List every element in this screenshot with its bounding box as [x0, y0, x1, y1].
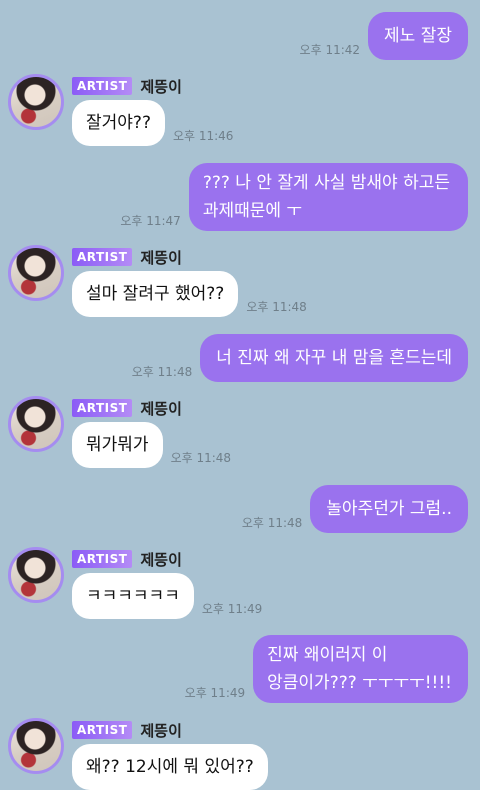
message-text: 놀아주던가 그럼..	[326, 499, 452, 519]
outgoing-bubble[interactable]: 진짜 왜이러지 이 앙큼이가??? ㅜㅜㅜㅜ!!!!	[253, 635, 468, 703]
sender-name: 제뜽이	[140, 721, 182, 740]
message-time: 오후 11:48	[170, 451, 232, 465]
incoming-bubble[interactable]: ㅋㅋㅋㅋㅋㅋ	[72, 573, 194, 619]
sender-name: 제뜽이	[140, 248, 182, 267]
artist-badge: ARTIST	[72, 399, 133, 417]
incoming-bubble[interactable]: 잘거야??	[72, 100, 165, 146]
incoming-message: ARTIST 제뜽이 설마 잘려구 했어?? 오후 11:48	[0, 245, 480, 317]
message-text: 과제때문에 ㅜ	[202, 201, 303, 221]
message-time: 오후 11:47	[120, 214, 181, 228]
avatar[interactable]	[8, 245, 64, 301]
outgoing-message: 오후 11:42 제노 잘장	[0, 12, 480, 60]
artist-badge: ARTIST	[72, 77, 133, 95]
sender-name: 제뜽이	[140, 77, 182, 96]
incoming-bubble[interactable]: 설마 잘려구 했어??	[72, 271, 239, 317]
message-time: 오후 11:48	[241, 516, 303, 530]
message-time: 오후 11:48	[131, 365, 193, 379]
avatar[interactable]	[8, 718, 64, 774]
incoming-message: ARTIST 제뜽이 ㅋㅋㅋㅋㅋㅋ 오후 11:49	[0, 547, 480, 619]
avatar[interactable]	[8, 74, 64, 130]
outgoing-message: 오후 11:49 진짜 왜이러지 이 앙큼이가??? ㅜㅜㅜㅜ!!!!	[0, 635, 480, 703]
message-text: 진짜 왜이러지 이	[267, 645, 388, 665]
message-text: 너 진짜 왜 자꾸 내 맘을 흔드는데	[216, 348, 452, 368]
message-time: 오후 11:48	[246, 300, 307, 314]
message-time: 오후 11:49	[184, 686, 246, 700]
avatar[interactable]	[8, 396, 64, 452]
incoming-bubble[interactable]: 왜?? 12시에 뭐 있어??	[72, 744, 268, 790]
incoming-message: ARTIST 제뜽이 뭐가뭐가 오후 11:48	[0, 396, 480, 468]
message-time: 오후 11:46	[172, 129, 234, 143]
message-time: 오후 11:49	[201, 602, 263, 616]
incoming-bubble[interactable]: 뭐가뭐가	[72, 422, 163, 468]
message-text: ??? 나 안 잘게 사실 밤새야 하고든	[202, 173, 450, 193]
artist-badge: ARTIST	[72, 248, 133, 266]
sender-name: 제뜽이	[140, 550, 182, 569]
artist-badge: ARTIST	[72, 550, 133, 568]
incoming-message: ARTIST 제뜽이 왜?? 12시에 뭐 있어??	[0, 718, 480, 790]
outgoing-bubble[interactable]: 놀아주던가 그럼..	[310, 485, 468, 533]
outgoing-message: 오후 11:48 너 진짜 왜 자꾸 내 맘을 흔드는데	[0, 334, 480, 382]
sender-name: 제뜽이	[140, 399, 182, 418]
incoming-message: ARTIST 제뜽이 잘거야?? 오후 11:46	[0, 74, 480, 146]
message-time: 오후 11:42	[299, 43, 361, 57]
outgoing-bubble[interactable]: 제노 잘장	[368, 12, 468, 60]
avatar[interactable]	[8, 547, 64, 603]
outgoing-bubble[interactable]: 너 진짜 왜 자꾸 내 맘을 흔드는데	[200, 334, 468, 382]
artist-badge: ARTIST	[72, 721, 133, 739]
message-text: 앙큼이가??? ㅜㅜㅜㅜ!!!!	[267, 673, 452, 693]
message-text: 제노 잘장	[384, 26, 452, 46]
outgoing-bubble[interactable]: ??? 나 안 잘게 사실 밤새야 하고든 과제때문에 ㅜ	[188, 163, 468, 231]
outgoing-message: 오후 11:47 ??? 나 안 잘게 사실 밤새야 하고든 과제때문에 ㅜ	[0, 163, 480, 231]
outgoing-message: 오후 11:48 놀아주던가 그럼..	[0, 485, 480, 533]
